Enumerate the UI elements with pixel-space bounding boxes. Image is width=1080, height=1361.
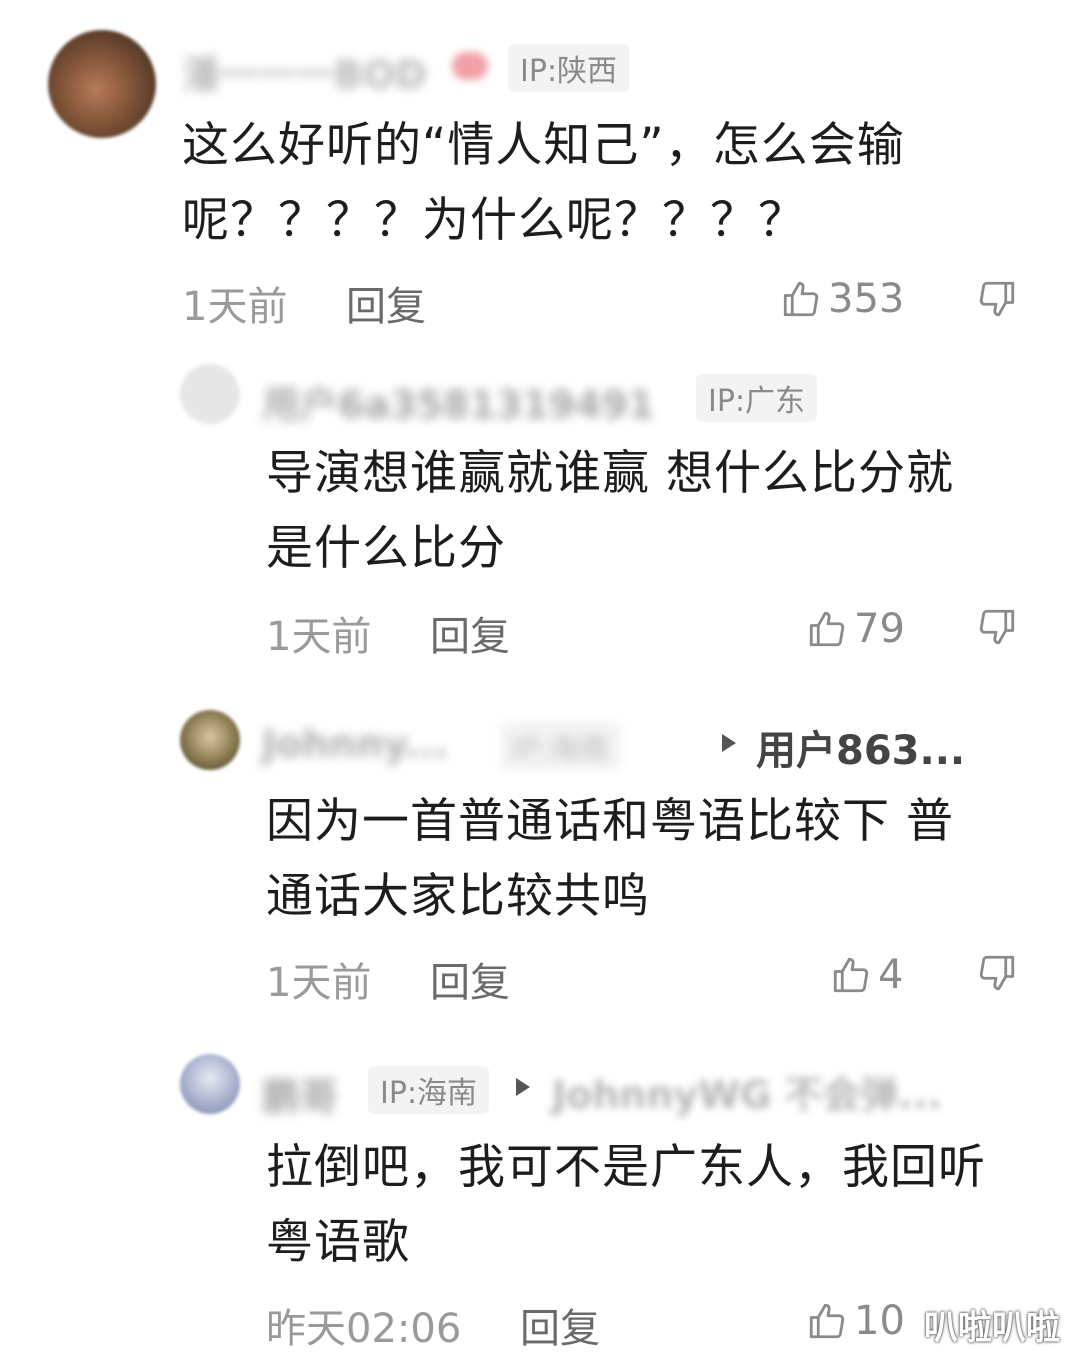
triangle-right-icon bbox=[722, 734, 736, 752]
thumbs-up-icon bbox=[806, 608, 848, 650]
comment-time: 1天前 bbox=[182, 284, 288, 330]
comment-text-line: 拉倒吧，我可不是广东人，我回听 bbox=[266, 1140, 986, 1195]
avatar[interactable] bbox=[180, 710, 240, 770]
like-count: 10 bbox=[854, 1298, 905, 1344]
comment-text-line: 因为一首普通话和粤语比较下 普 bbox=[266, 794, 954, 849]
reply-target-user[interactable]: 用户863... bbox=[756, 718, 965, 776]
avatar[interactable] bbox=[180, 1054, 240, 1114]
comment-text: 这么好听的“情人知己”，怎么会输 呢？？？？为什么呢？？？？ bbox=[182, 108, 1042, 258]
username[interactable]: 用户6a3581319491 bbox=[262, 374, 655, 429]
ip-location-badge: IP:海南 bbox=[500, 722, 622, 770]
comment-text: 拉倒吧，我可不是广东人，我回听 粤语歌 bbox=[266, 1130, 1066, 1280]
thumbs-down-icon[interactable] bbox=[976, 606, 1018, 648]
username[interactable]: Johnny... bbox=[262, 722, 448, 766]
ip-location-badge: IP:陕西 bbox=[508, 44, 630, 92]
reply-target-user[interactable]: JohnnyWG 不会弹... bbox=[552, 1064, 942, 1119]
comment-time: 昨天02:06 bbox=[266, 1306, 462, 1352]
ip-location-badge: IP:海南 bbox=[368, 1066, 490, 1114]
like-count: 353 bbox=[828, 276, 905, 322]
thumbs-down-icon[interactable] bbox=[976, 278, 1018, 320]
reply-button[interactable]: 回复 bbox=[346, 274, 426, 332]
username[interactable]: 潘一一一BOD bbox=[182, 44, 427, 99]
comment-text-line: 粤语歌 bbox=[266, 1215, 410, 1270]
reply-button[interactable]: 回复 bbox=[430, 950, 510, 1008]
thumbs-up-icon bbox=[806, 1300, 848, 1342]
ip-location-badge: IP:广东 bbox=[696, 374, 818, 422]
reply-button[interactable]: 回复 bbox=[520, 1296, 600, 1354]
heart-icon bbox=[452, 52, 488, 80]
triangle-right-icon bbox=[516, 1078, 530, 1096]
like-button[interactable]: 10 bbox=[806, 1296, 905, 1346]
comment-text: 因为一首普通话和粤语比较下 普 通话大家比较共鸣 bbox=[266, 784, 1046, 934]
comment-text-line: 通话大家比较共鸣 bbox=[266, 869, 650, 924]
like-count: 79 bbox=[854, 606, 905, 652]
avatar[interactable] bbox=[180, 364, 240, 424]
comment-text-line: 这么好听的“情人知己”，怎么会输 bbox=[182, 118, 905, 173]
reply-button[interactable]: 回复 bbox=[430, 604, 510, 662]
comment-text-line: 导演想谁赢就谁赢 想什么比分就 bbox=[266, 446, 954, 501]
comment-text-line: 呢？？？？为什么呢？？？？ bbox=[182, 193, 806, 248]
thumbs-up-icon bbox=[830, 954, 872, 996]
like-count: 4 bbox=[878, 952, 904, 998]
comment-text: 导演想谁赢就谁赢 想什么比分就 是什么比分 bbox=[266, 436, 1046, 586]
username[interactable]: 鹏哥 bbox=[262, 1066, 338, 1121]
thumbs-up-icon bbox=[780, 278, 822, 320]
comment-time: 1天前 bbox=[266, 960, 372, 1006]
comment-time: 1天前 bbox=[266, 614, 372, 660]
thumbs-down-icon[interactable] bbox=[976, 952, 1018, 994]
avatar[interactable] bbox=[48, 30, 156, 138]
watermark: 叭啦叭啦 bbox=[924, 1308, 1060, 1348]
like-button[interactable]: 353 bbox=[780, 274, 904, 324]
like-button[interactable]: 79 bbox=[806, 604, 905, 654]
comment-text-line: 是什么比分 bbox=[266, 521, 506, 576]
like-button[interactable]: 4 bbox=[830, 950, 903, 1000]
